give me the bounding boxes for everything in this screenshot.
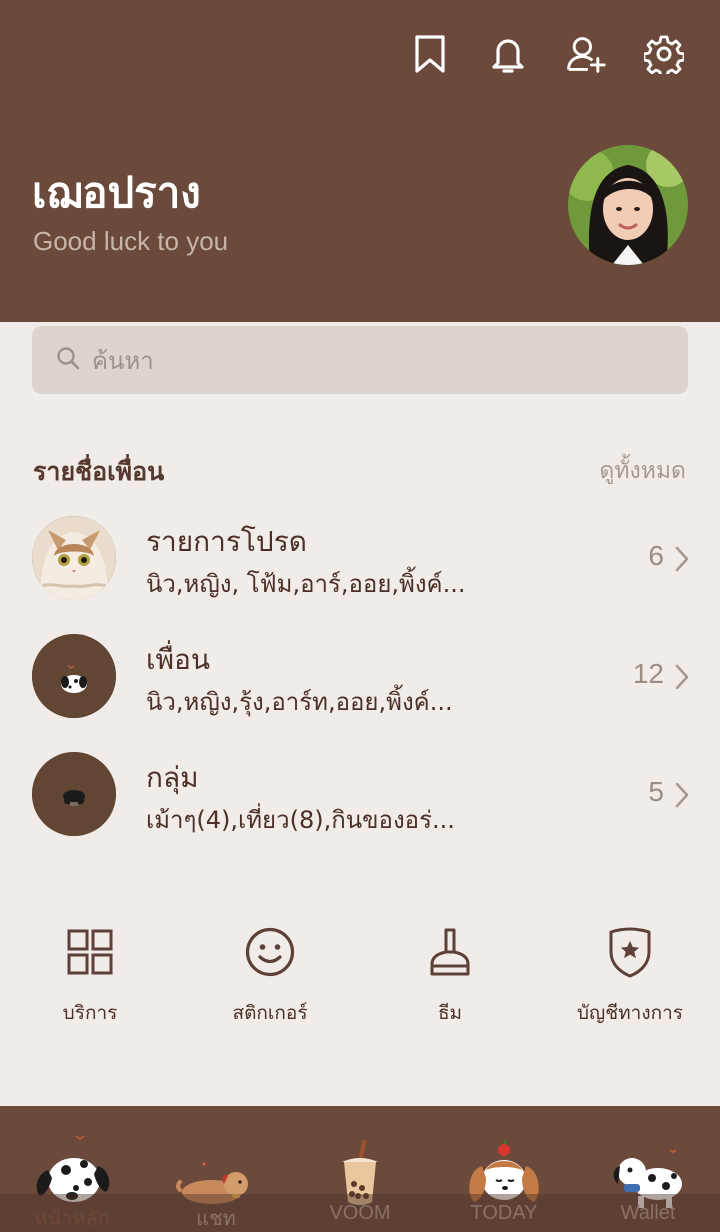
search-placeholder: ค้นหา — [92, 346, 154, 375]
friend-row-friends[interactable]: เพื่อน นิว,หญิง,รุ้ง,อาร์ท,ออย,พิ้งค์...… — [0, 634, 720, 734]
friends-section-title: รายชื่อเพื่อน — [33, 457, 165, 486]
shortcut-label: สติกเกอร์ — [232, 1002, 308, 1024]
friend-row-favorites[interactable]: รายการโปรด นิว,หญิง, โฟ้ม,อาร์,ออย,พิ้งค… — [0, 516, 720, 616]
add-friend-icon[interactable] — [566, 32, 606, 76]
shortcut-label: ธีม — [437, 1002, 463, 1024]
group-avatar — [32, 752, 116, 836]
search-icon — [56, 346, 80, 374]
search-bar[interactable]: ค้นหา — [32, 326, 688, 394]
shortcut-bar: บริการ สติกเกอร์ ธีม บัญชีทางการ — [0, 924, 720, 1034]
profile-name[interactable]: เฌอปราง — [32, 160, 201, 226]
friend-row-title: รายการโปรด — [146, 525, 307, 558]
friend-row-count: 5 — [648, 776, 664, 807]
friend-row-title: กลุ่ม — [146, 761, 199, 794]
profile-avatar[interactable] — [568, 145, 688, 265]
friend-row-count: 6 — [648, 540, 664, 571]
friend-row-groups[interactable]: กลุ่ม เม้าๆ(4),เที่ยว(8),กินของอร่... 5 — [0, 752, 720, 852]
friend-row-count: 12 — [632, 658, 664, 689]
line-home-screen: เฌอปราง Good luck to you ค้นหา รายชื่อเพ… — [0, 0, 720, 1232]
profile-status-message[interactable]: Good luck to you — [33, 226, 228, 257]
friend-row-title: เพื่อน — [146, 643, 210, 676]
settings-icon[interactable] — [644, 32, 684, 76]
shield-star-icon — [602, 924, 658, 980]
shortcut-label: บริการ — [62, 1002, 118, 1024]
friend-row-subtitle: เม้าๆ(4),เที่ยว(8),กินของอร่... — [146, 806, 455, 834]
nav-label-strip — [0, 1194, 720, 1232]
cat-avatar — [32, 516, 116, 600]
chevron-right-icon — [675, 546, 689, 572]
profile-header: เฌอปราง Good luck to you — [0, 0, 720, 322]
friend-row-subtitle: นิว,หญิง,รุ้ง,อาร์ท,ออย,พิ้งค์... — [146, 688, 453, 716]
header-actions — [410, 32, 684, 76]
services-shortcut[interactable]: บริการ — [0, 924, 180, 1028]
services-grid-icon — [62, 924, 118, 980]
paint-brush-icon — [422, 924, 478, 980]
shortcut-label: บัญชีทางการ — [577, 1002, 683, 1024]
bookmark-icon[interactable] — [410, 32, 450, 76]
smiley-icon — [242, 924, 298, 980]
bell-icon[interactable] — [488, 32, 528, 76]
official-accounts-shortcut[interactable]: บัญชีทางการ — [540, 924, 720, 1028]
dog-avatar — [32, 634, 116, 718]
stickers-shortcut[interactable]: สติกเกอร์ — [180, 924, 360, 1028]
friend-row-subtitle: นิว,หญิง, โฟ้ม,อาร์,ออย,พิ้งค์... — [146, 570, 466, 598]
themes-shortcut[interactable]: ธีม — [360, 924, 540, 1028]
chevron-right-icon — [675, 664, 689, 690]
see-all-link[interactable]: ดูทั้งหมด — [599, 453, 686, 489]
chevron-right-icon — [675, 782, 689, 808]
